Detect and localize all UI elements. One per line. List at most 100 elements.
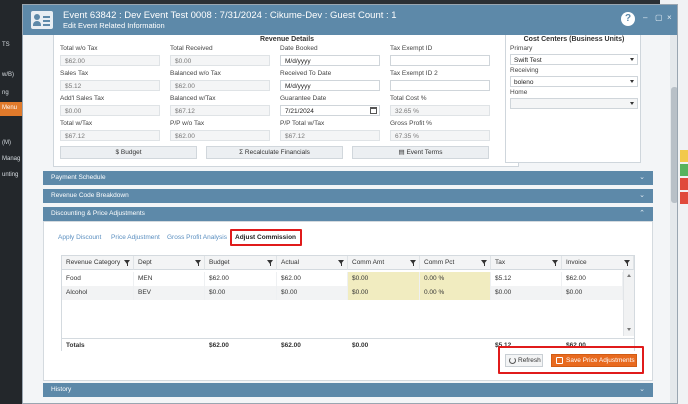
col-header-tax[interactable]: Tax bbox=[491, 256, 562, 270]
total-w-tax-label: Total w/Tax bbox=[60, 120, 93, 127]
scroll-down-icon[interactable] bbox=[627, 328, 631, 331]
event-terms-button[interactable]: ▤ Event Terms bbox=[352, 146, 489, 159]
cost-centers-title: Cost Centers (Business Units) bbox=[523, 36, 625, 43]
minimize-button[interactable]: – bbox=[643, 13, 647, 22]
guarantee-date-label: Guarantee Date bbox=[280, 95, 327, 102]
history-label: History bbox=[51, 386, 72, 393]
receiving-label: Receiving bbox=[510, 67, 539, 74]
comm-amt-cell[interactable]: $0.00 bbox=[348, 272, 420, 286]
dialog-subtitle: Edit Event Related Information bbox=[63, 21, 165, 30]
table-cell: Alcohol bbox=[62, 286, 134, 300]
col-header-comm-pct[interactable]: Comm Pct bbox=[420, 256, 491, 270]
totals-label: Totals bbox=[66, 342, 85, 349]
col-header-budget[interactable]: Budget bbox=[205, 256, 277, 270]
gross-profit-pct-label: Gross Profit % bbox=[390, 120, 432, 127]
scroll-up-icon[interactable] bbox=[627, 274, 631, 277]
comm-pct-cell[interactable]: 0.00 % bbox=[420, 286, 491, 300]
grid-scrollbar[interactable] bbox=[623, 270, 634, 336]
date-booked-input[interactable]: M/d/yyyy bbox=[280, 55, 380, 66]
recalculate-financials-button[interactable]: Σ Recalculate Financials bbox=[206, 146, 343, 159]
chevron-down-icon bbox=[630, 58, 634, 61]
dialog-title: Event 63842 : Dev Event Test 0008 : 7/31… bbox=[63, 10, 397, 21]
maximize-button[interactable]: ▢ bbox=[655, 13, 663, 22]
dialog-scrollbar[interactable] bbox=[670, 35, 677, 403]
table-cell: Food bbox=[62, 272, 134, 286]
bg-item: Manag bbox=[2, 156, 21, 162]
filter-icon[interactable] bbox=[195, 260, 201, 266]
dialog-header: Event 63842 : Dev Event Test 0008 : 7/31… bbox=[23, 5, 677, 35]
date-booked-label: Date Booked bbox=[280, 45, 318, 52]
filter-icon[interactable] bbox=[267, 260, 273, 266]
chevron-down-icon: ⌄ bbox=[639, 174, 645, 181]
tax-exempt-id-input[interactable] bbox=[390, 55, 490, 66]
total-cost-pct-field: 32.65 % bbox=[390, 105, 490, 116]
scrollbar-thumb[interactable] bbox=[671, 87, 677, 203]
contact-card-icon bbox=[31, 11, 53, 29]
balanced-wo-tax-label: Balanced w/o Tax bbox=[170, 70, 221, 77]
table-cell: $5.12 bbox=[491, 272, 562, 286]
chevron-down-icon bbox=[630, 80, 634, 83]
bg-stripe bbox=[680, 164, 688, 176]
total-wo-tax-field: $62.00 bbox=[60, 55, 160, 66]
bg-stripe bbox=[680, 178, 688, 190]
home-select[interactable] bbox=[510, 98, 638, 109]
discounting-section[interactable]: Discounting & Price Adjustments ⌃ bbox=[43, 207, 653, 221]
received-to-date-label: Received To Date bbox=[280, 70, 332, 77]
pp-wo-tax-label: P/P w/o Tax bbox=[170, 120, 205, 127]
filter-icon[interactable] bbox=[481, 260, 487, 266]
guarantee-date-value: 7/21/2024 bbox=[285, 108, 314, 115]
tab-gross-profit-analysis[interactable]: Gross Profit Analysis bbox=[167, 234, 227, 241]
total-wo-tax-label: Total w/o Tax bbox=[60, 45, 98, 52]
chevron-down-icon: ⌄ bbox=[639, 192, 645, 199]
tab-apply-discount[interactable]: Apply Discount bbox=[58, 234, 101, 241]
received-to-date-input[interactable]: M/d/yyyy bbox=[280, 80, 380, 91]
cost-centers-panel: Cost Centers (Business Units) Primary Sw… bbox=[505, 35, 641, 163]
filter-icon[interactable] bbox=[338, 260, 344, 266]
bg-item: unting bbox=[2, 172, 19, 178]
table-cell: $62.00 bbox=[205, 272, 277, 286]
chevron-down-icon bbox=[630, 102, 634, 105]
help-icon[interactable]: ? bbox=[621, 12, 635, 26]
payment-schedule-label: Payment Schedule bbox=[51, 174, 106, 181]
revenue-code-breakdown-section[interactable]: Revenue Code Breakdown ⌄ bbox=[43, 189, 653, 203]
tab-price-adjustment[interactable]: Price Adjustment bbox=[111, 234, 160, 241]
history-section[interactable]: History ⌄ bbox=[43, 383, 653, 397]
guarantee-date-input[interactable]: 7/21/2024 bbox=[280, 105, 380, 116]
primary-label: Primary bbox=[510, 45, 533, 52]
close-button[interactable]: × bbox=[667, 13, 672, 22]
col-header-revenue-category[interactable]: Revenue Category bbox=[62, 256, 134, 270]
addl-sales-tax-label: Add'l Sales Tax bbox=[60, 95, 105, 102]
pp-total-w-tax-label: P/P Total w/Tax bbox=[280, 120, 325, 127]
receiving-select[interactable]: boleno bbox=[510, 76, 638, 87]
table-cell: BEV bbox=[134, 286, 205, 300]
filter-icon[interactable] bbox=[624, 260, 630, 266]
tax-exempt-id-2-input[interactable] bbox=[390, 80, 490, 91]
col-header-actual[interactable]: Actual bbox=[277, 256, 348, 270]
calendar-icon[interactable] bbox=[370, 107, 377, 114]
totals-comm-amt: $0.00 bbox=[352, 342, 369, 349]
sales-tax-label: Sales Tax bbox=[60, 70, 89, 77]
col-header-invoice[interactable]: Invoice bbox=[562, 256, 634, 270]
primary-select[interactable]: Swift Test bbox=[510, 54, 638, 65]
home-label: Home bbox=[510, 89, 528, 96]
addl-sales-tax-field: $0.00 bbox=[60, 105, 160, 116]
revenue-details-panel: Revenue Details Total w/o Tax $62.00 Tot… bbox=[53, 35, 519, 167]
payment-schedule-section[interactable]: Payment Schedule ⌄ bbox=[43, 171, 653, 185]
filter-icon[interactable] bbox=[410, 260, 416, 266]
primary-value: Swift Test bbox=[514, 57, 542, 64]
revenue-code-breakdown-label: Revenue Code Breakdown bbox=[51, 192, 129, 199]
bg-stripe bbox=[680, 150, 688, 162]
tab-highlight-box bbox=[230, 229, 302, 246]
col-header-comm-amt[interactable]: Comm Amt bbox=[348, 256, 420, 270]
budget-button[interactable]: $ Budget bbox=[60, 146, 197, 159]
comm-amt-cell[interactable]: $0.00 bbox=[348, 286, 420, 300]
comm-pct-cell[interactable]: 0.00 % bbox=[420, 272, 491, 286]
filter-icon[interactable] bbox=[124, 260, 130, 266]
total-received-field: $0.00 bbox=[170, 55, 270, 66]
filter-icon[interactable] bbox=[552, 260, 558, 266]
edit-event-dialog: Event 63842 : Dev Event Test 0008 : 7/31… bbox=[22, 4, 678, 404]
chevron-down-icon: ⌄ bbox=[639, 386, 645, 393]
pp-wo-tax-field: $62.00 bbox=[170, 130, 270, 141]
col-header-dept[interactable]: Dept bbox=[134, 256, 205, 270]
pp-total-w-tax-field: $67.12 bbox=[280, 130, 380, 141]
